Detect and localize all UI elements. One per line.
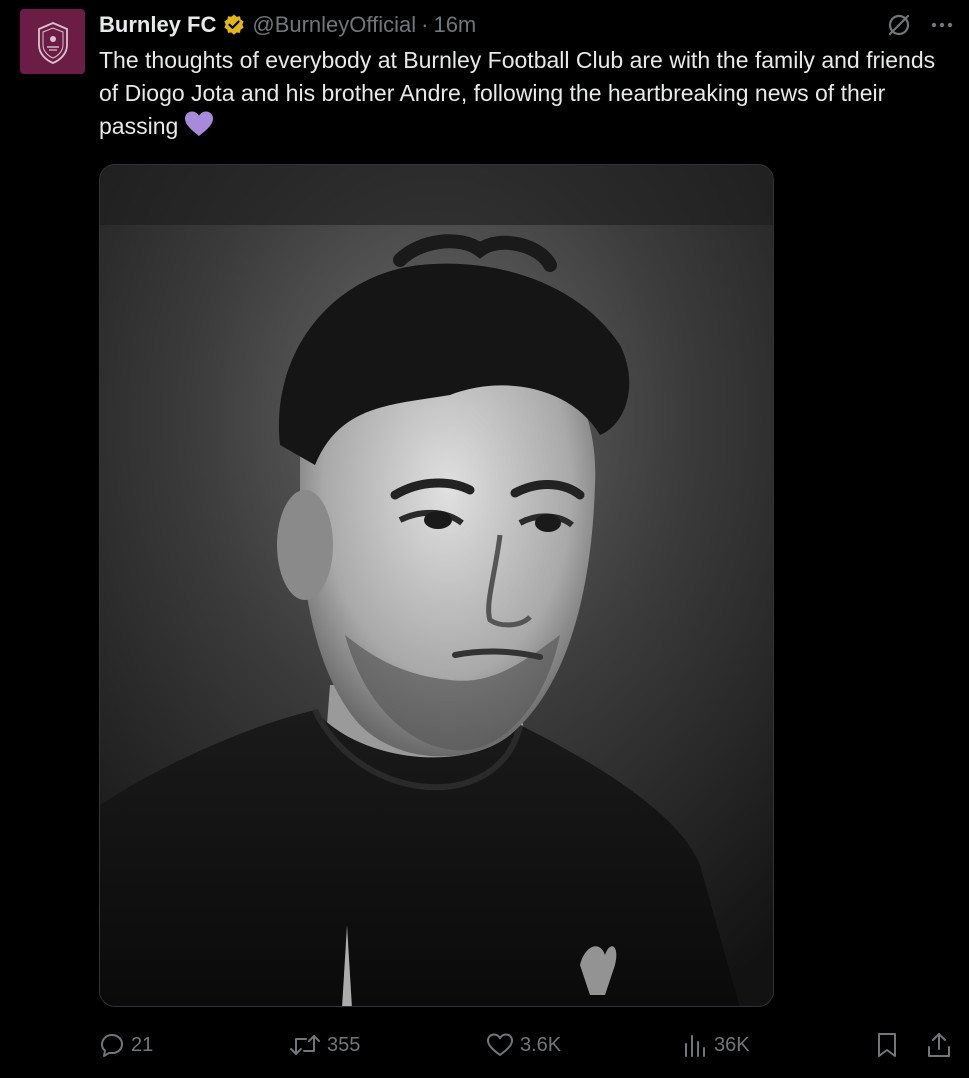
verified-badge-icon [222,13,246,37]
reply-button[interactable]: 21 [99,1026,153,1064]
tweet-text: The thoughts of everybody at Burnley Foo… [99,44,949,147]
heart-icon [487,1033,513,1056]
views-button[interactable]: 36K [682,1026,750,1064]
timestamp[interactable]: 16m [433,12,476,38]
grok-icon[interactable] [886,12,912,38]
view-count: 36K [714,1033,750,1056]
repost-count: 355 [327,1033,361,1056]
repost-button[interactable]: 355 [289,1026,360,1064]
tweet-action-bar: 21 355 3.6K 36K [99,1026,959,1064]
author-handle[interactable]: @BurnleyOfficial [252,12,416,38]
avatar[interactable] [20,9,85,74]
tweet: Burnley FC @BurnleyOfficial · 16m The th… [0,0,969,1078]
share-button[interactable] [926,1026,952,1064]
share-icon [928,1033,950,1057]
like-count: 3.6K [520,1033,562,1056]
tweet-body: The thoughts of everybody at Burnley Foo… [99,47,936,139]
club-crest-icon [37,21,68,64]
separator-dot: · [421,12,429,37]
purple-heart-icon [184,110,214,147]
tweet-top-actions [886,12,954,38]
reply-count: 21 [131,1033,154,1056]
tweet-header: Burnley FC @BurnleyOfficial · 16m [99,10,476,40]
reply-icon [101,1034,123,1057]
bookmark-button[interactable] [874,1026,900,1064]
author-name[interactable]: Burnley FC [99,12,216,38]
bookmark-icon [878,1033,896,1057]
portrait-photo [100,165,773,1006]
repost-icon [290,1035,320,1055]
analytics-icon [685,1035,705,1057]
tweet-media-photo[interactable] [99,164,774,1007]
more-options-icon[interactable] [930,13,954,37]
like-button[interactable]: 3.6K [486,1026,561,1064]
